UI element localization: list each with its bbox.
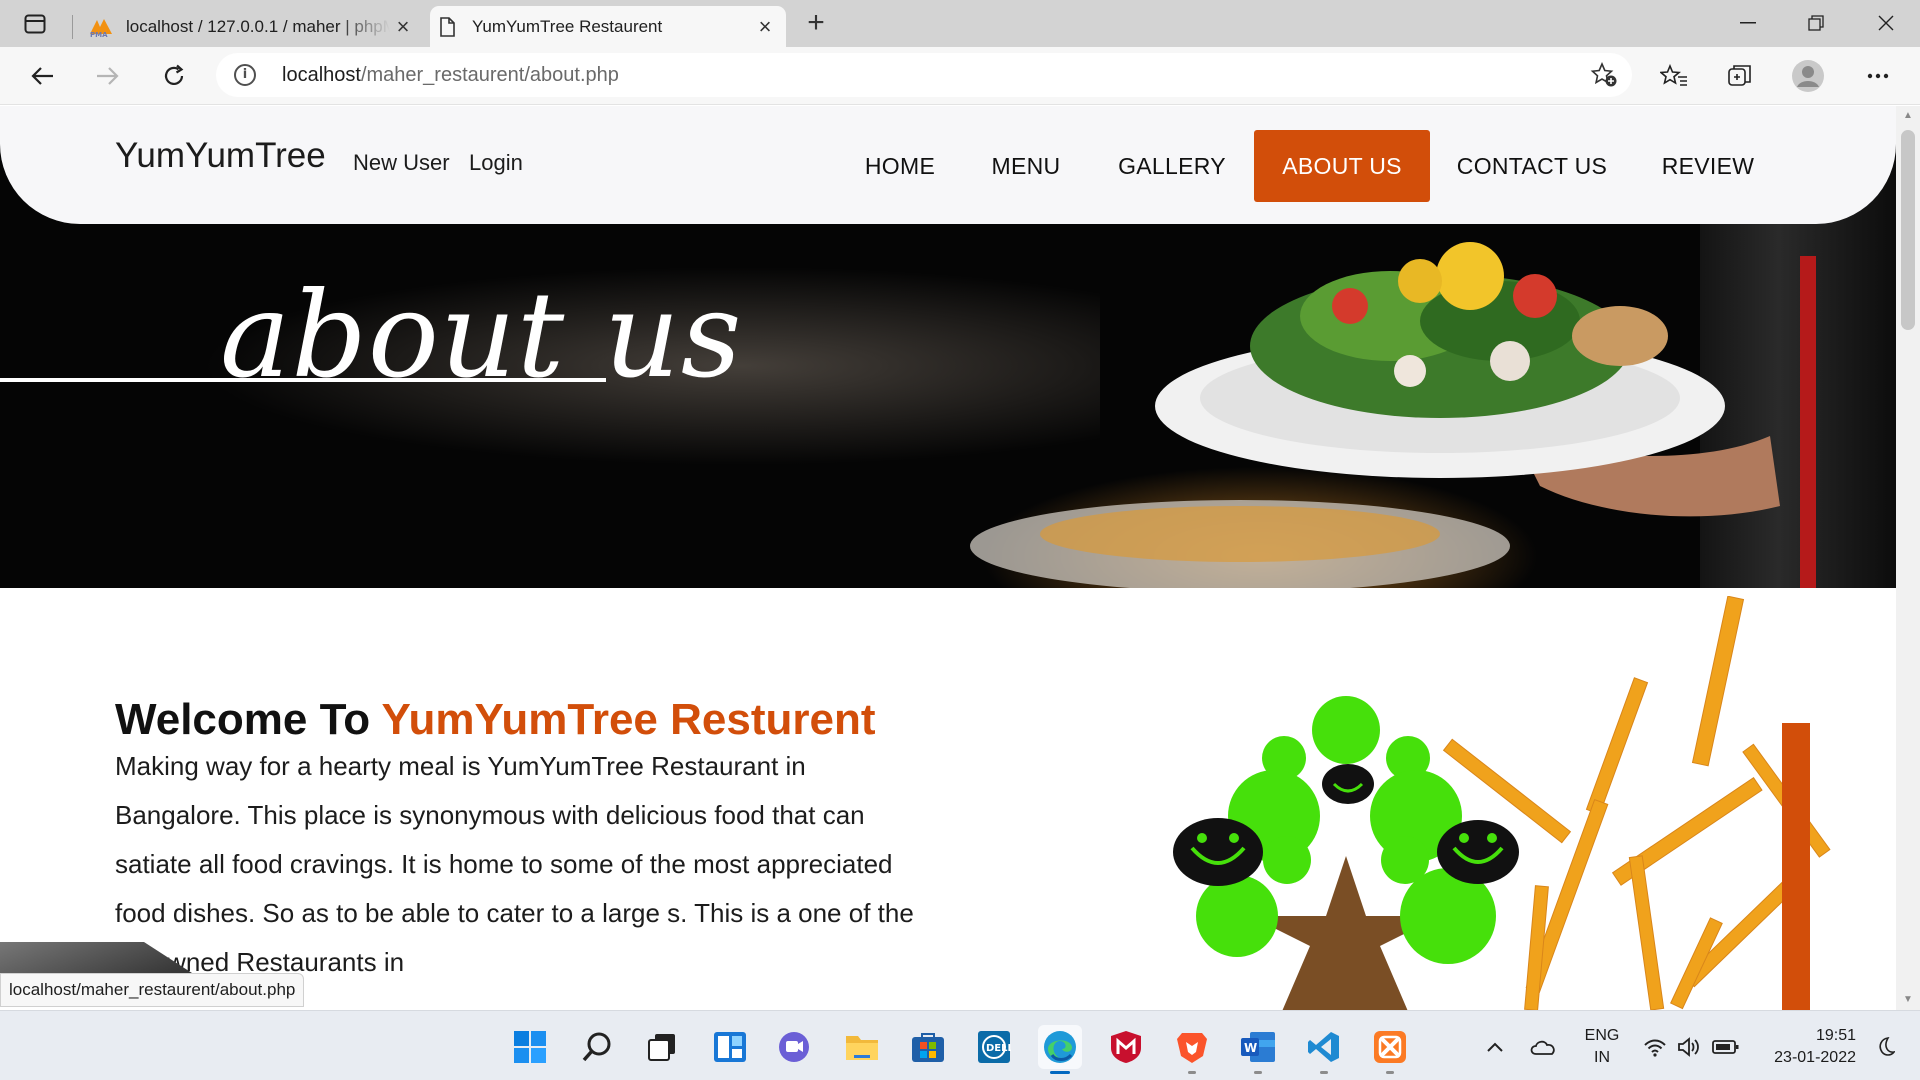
scrollbar-thumb[interactable] xyxy=(1901,130,1915,330)
nav-review[interactable]: REVIEW xyxy=(1638,130,1778,202)
page-viewport: about us YumYumTree New User Login HOME … xyxy=(0,106,1896,1010)
new-tab-button[interactable]: + xyxy=(800,8,832,38)
search-icon[interactable] xyxy=(576,1025,620,1069)
site-header: YumYumTree New User Login HOME MENU GALL… xyxy=(0,106,1896,224)
xampp-icon[interactable] xyxy=(1368,1025,1412,1074)
site-info-icon[interactable]: i xyxy=(234,64,256,86)
tab-phpmyadmin[interactable]: PMA localhost / 127.0.0.1 / maher | phpM… xyxy=(84,6,424,47)
tab-title: localhost / 127.0.0.1 / maher | phpMyAdm… xyxy=(126,16,390,36)
scroll-up-icon[interactable]: ▲ xyxy=(1902,110,1914,122)
close-tab-icon[interactable]: × xyxy=(752,14,778,40)
new-user-link[interactable]: New User xyxy=(353,150,450,176)
battery-icon[interactable] xyxy=(1708,1025,1744,1069)
clock-date: 23-01-2022 xyxy=(1774,1049,1856,1066)
back-icon[interactable] xyxy=(22,57,62,95)
browser-tab-strip: PMA localhost / 127.0.0.1 / maher | phpM… xyxy=(0,0,1920,47)
collections-icon[interactable] xyxy=(1720,57,1760,95)
onedrive-cloud-icon[interactable] xyxy=(1522,1025,1564,1069)
link-status-bar: localhost/maher_restaurent/about.php xyxy=(0,973,305,1007)
minimize-icon[interactable] xyxy=(1718,6,1778,40)
page-scrollbar[interactable]: ▲ ▼ xyxy=(1896,106,1920,1010)
teams-chat-icon[interactable] xyxy=(772,1025,816,1069)
close-window-icon[interactable] xyxy=(1856,6,1916,40)
clock-time: 19:51 xyxy=(1815,1027,1856,1044)
nav-contact-us[interactable]: CONTACT US xyxy=(1448,130,1616,202)
phpmyadmin-icon: PMA xyxy=(88,15,114,39)
add-favorite-icon[interactable] xyxy=(1590,61,1618,93)
site-logo[interactable]: YumYumTree xyxy=(115,136,326,176)
chevron-up-icon[interactable] xyxy=(1474,1025,1516,1069)
nav-about-us[interactable]: ABOUT US xyxy=(1254,130,1430,202)
task-view-icon[interactable] xyxy=(640,1025,684,1069)
clock[interactable]: 19:51 23-01-2022 xyxy=(1756,1025,1856,1069)
tab-yumyumtree[interactable]: YumYumTree Restaurent × xyxy=(430,6,786,47)
word-icon[interactable]: W xyxy=(1236,1025,1280,1074)
browser-toolbar: i localhost/maher_restaurent/about.php xyxy=(0,47,1920,105)
forward-icon[interactable] xyxy=(88,57,128,95)
fries-illustration xyxy=(1440,595,1880,1010)
nav-gallery[interactable]: GALLERY xyxy=(1102,130,1242,202)
hero-underline xyxy=(0,378,606,382)
start-icon[interactable] xyxy=(508,1025,552,1069)
page-icon xyxy=(434,15,460,39)
mcafee-icon[interactable] xyxy=(1104,1025,1148,1069)
more-options-icon[interactable] xyxy=(1858,57,1898,95)
hero-title: about us xyxy=(220,266,743,404)
wifi-icon[interactable] xyxy=(1638,1025,1672,1069)
windows-taskbar: DELL W ENG IN 19:51 23-01-2022 xyxy=(0,1010,1920,1080)
tab-actions-icon[interactable] xyxy=(18,10,52,38)
login-link[interactable]: Login xyxy=(469,150,523,176)
edge-icon[interactable] xyxy=(1038,1025,1082,1074)
brave-icon[interactable] xyxy=(1170,1025,1214,1074)
nav-menu[interactable]: MENU xyxy=(968,130,1084,202)
refresh-icon[interactable] xyxy=(154,57,194,95)
svg-text:PMA: PMA xyxy=(90,31,108,38)
favorites-icon[interactable] xyxy=(1654,57,1694,95)
tab-title: YumYumTree Restaurent xyxy=(472,16,663,36)
address-bar[interactable]: i localhost/maher_restaurent/about.php xyxy=(216,53,1632,97)
scroll-down-icon[interactable]: ▼ xyxy=(1902,994,1914,1006)
microsoft-store-icon[interactable] xyxy=(906,1025,950,1069)
moon-focus-icon[interactable] xyxy=(1864,1025,1904,1069)
restore-icon[interactable] xyxy=(1786,6,1846,40)
welcome-heading: Welcome To YumYumTree Resturent xyxy=(115,695,876,744)
widgets-icon[interactable] xyxy=(708,1025,752,1069)
orange-accent-bar xyxy=(1782,723,1810,1010)
profile-avatar-icon[interactable] xyxy=(1788,57,1828,95)
svg-text:DELL: DELL xyxy=(986,1043,1011,1054)
svg-text:W: W xyxy=(1244,1041,1257,1055)
about-intro-paragraph: Making way for a hearty meal is YumYumTr… xyxy=(115,751,914,977)
restaurant-name: YumYumTree Resturent xyxy=(381,695,876,744)
file-explorer-icon[interactable] xyxy=(840,1025,884,1069)
close-tab-icon[interactable]: × xyxy=(390,14,416,40)
nav-home[interactable]: HOME xyxy=(845,130,955,202)
dell-icon[interactable]: DELL xyxy=(972,1025,1016,1069)
tab-separator xyxy=(72,15,73,39)
language-indicator[interactable]: ENG IN xyxy=(1578,1025,1626,1069)
vscode-icon[interactable] xyxy=(1302,1025,1346,1074)
address-url[interactable]: localhost/maher_restaurent/about.php xyxy=(282,64,619,87)
volume-icon[interactable] xyxy=(1672,1025,1706,1069)
